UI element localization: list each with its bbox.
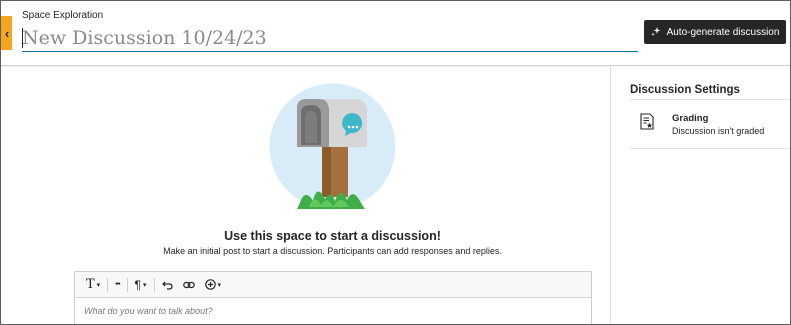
chevron-down-icon: ▾ <box>217 281 222 289</box>
editor-placeholder: What do you want to talk about? <box>84 306 213 316</box>
editor-toolbar: T ▾ ••• ¶ ▾ ▾ <box>75 272 591 298</box>
undo-icon <box>161 281 173 290</box>
page-header: ‹ Space Exploration Auto-generate discus… <box>1 1 790 66</box>
more-icon: ••• <box>115 281 120 288</box>
paragraph-dropdown[interactable]: ¶ ▾ <box>130 272 152 297</box>
insert-link-button[interactable] <box>178 272 200 297</box>
text-format-icon: T <box>86 277 95 292</box>
more-options-button[interactable]: ••• <box>110 272 124 297</box>
grading-label: Grading <box>672 113 709 124</box>
chevron-left-icon: ‹ <box>4 25 10 41</box>
post-editor[interactable]: T ▾ ••• ¶ ▾ ▾ What do you want to talk a… <box>74 271 592 324</box>
main-content: Use this space to start a discussion! Ma… <box>1 66 610 324</box>
auto-generate-discussion-button[interactable]: Auto-generate discussion <box>644 20 786 44</box>
back-button[interactable]: ‹ <box>1 16 12 50</box>
insert-content-dropdown[interactable]: ▾ <box>200 272 227 297</box>
discussion-settings-panel: Discussion Settings Grading Discussion i… <box>610 66 790 324</box>
auto-generate-label: Auto-generate discussion <box>666 26 780 38</box>
chevron-down-icon: ▾ <box>143 281 147 289</box>
grading-status: Discussion isn't graded <box>672 126 765 136</box>
mailbox-illustration <box>269 83 396 210</box>
settings-title: Discussion Settings <box>630 84 740 96</box>
sparkle-icon <box>650 27 661 36</box>
grading-setting[interactable]: Grading Discussion isn't graded <box>630 108 790 142</box>
toolbar-divider <box>126 277 128 292</box>
empty-state-description: Make an initial post to start a discussi… <box>163 246 502 256</box>
discussion-title-input[interactable] <box>22 25 638 52</box>
add-circle-icon <box>204 279 216 290</box>
text-cursor <box>22 28 23 48</box>
paragraph-icon: ¶ <box>134 277 141 292</box>
toolbar-divider <box>107 277 109 292</box>
chevron-down-icon: ▾ <box>96 281 101 289</box>
link-icon <box>182 281 195 288</box>
grading-icon <box>640 113 654 130</box>
empty-state-heading: Use this space to start a discussion! <box>224 229 441 243</box>
text-format-dropdown[interactable]: T ▾ <box>81 272 105 297</box>
breadcrumb: Space Exploration <box>22 10 104 21</box>
app-frame: ‹ Space Exploration Auto-generate discus… <box>0 0 791 325</box>
divider <box>630 148 790 149</box>
undo-button[interactable] <box>157 272 178 297</box>
toolbar-divider <box>153 277 155 292</box>
divider <box>630 99 790 100</box>
